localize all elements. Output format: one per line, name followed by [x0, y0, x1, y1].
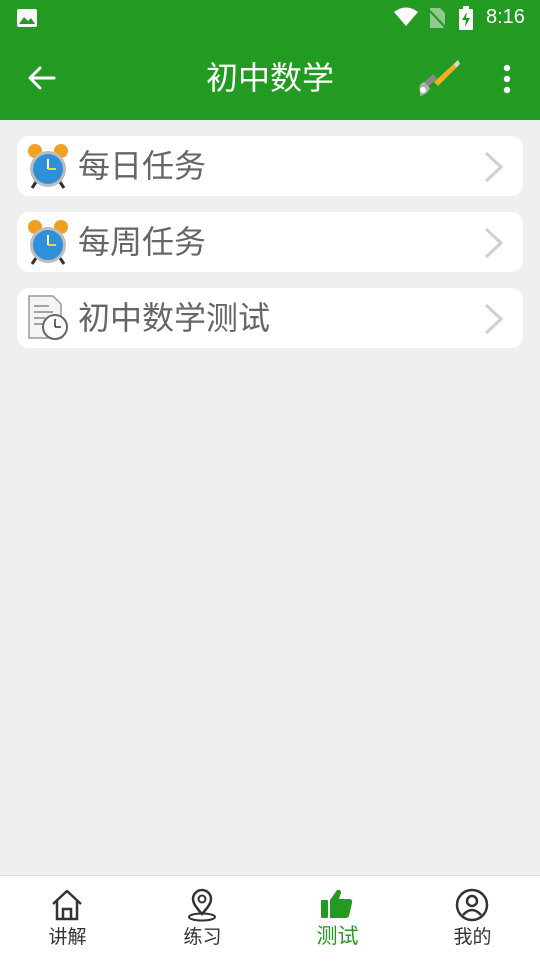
menu-item-label: 初中数学测试 [78, 299, 271, 337]
more-options-icon[interactable] [494, 62, 520, 96]
app-bar: 初中数学 [0, 36, 540, 120]
chevron-right-icon [484, 151, 504, 183]
tab-mine[interactable]: 我的 [405, 876, 540, 961]
alarm-clock-icon [28, 220, 68, 265]
tab-practice[interactable]: 练习 [135, 876, 270, 961]
status-bar: 8:16 [0, 0, 540, 36]
image-notification-icon [17, 9, 37, 27]
bottom-tab-bar: 讲解 练习 测试 我的 [0, 875, 540, 961]
tab-label: 我的 [453, 926, 492, 948]
menu-item-daily-tasks[interactable]: 每日任务 [17, 136, 523, 196]
tab-label: 讲解 [48, 926, 87, 948]
tab-label: 练习 [183, 926, 222, 948]
status-time: 8:16 [486, 6, 525, 28]
menu-list: 每日任务 每周任务 初中数学测试 [17, 136, 523, 364]
tab-test[interactable]: 测试 [270, 876, 405, 961]
chevron-right-icon [484, 303, 504, 335]
alarm-clock-icon [28, 144, 68, 189]
user-icon [455, 888, 489, 922]
battery-charging-icon [459, 6, 473, 30]
tab-lecture[interactable]: 讲解 [0, 876, 135, 961]
thumbs-up-icon [321, 889, 353, 918]
wrench-brush-tool-icon[interactable] [414, 56, 462, 100]
wifi-icon [394, 7, 418, 26]
menu-item-math-test[interactable]: 初中数学测试 [17, 288, 523, 348]
menu-item-weekly-tasks[interactable]: 每周任务 [17, 212, 523, 272]
document-clock-icon [28, 295, 68, 340]
no-sim-icon [427, 8, 447, 29]
menu-item-label: 每周任务 [78, 223, 207, 261]
tab-label: 测试 [316, 924, 359, 948]
menu-item-label: 每日任务 [78, 147, 207, 185]
chevron-right-icon [484, 227, 504, 259]
location-pin-icon [188, 888, 216, 922]
home-icon [52, 889, 82, 921]
